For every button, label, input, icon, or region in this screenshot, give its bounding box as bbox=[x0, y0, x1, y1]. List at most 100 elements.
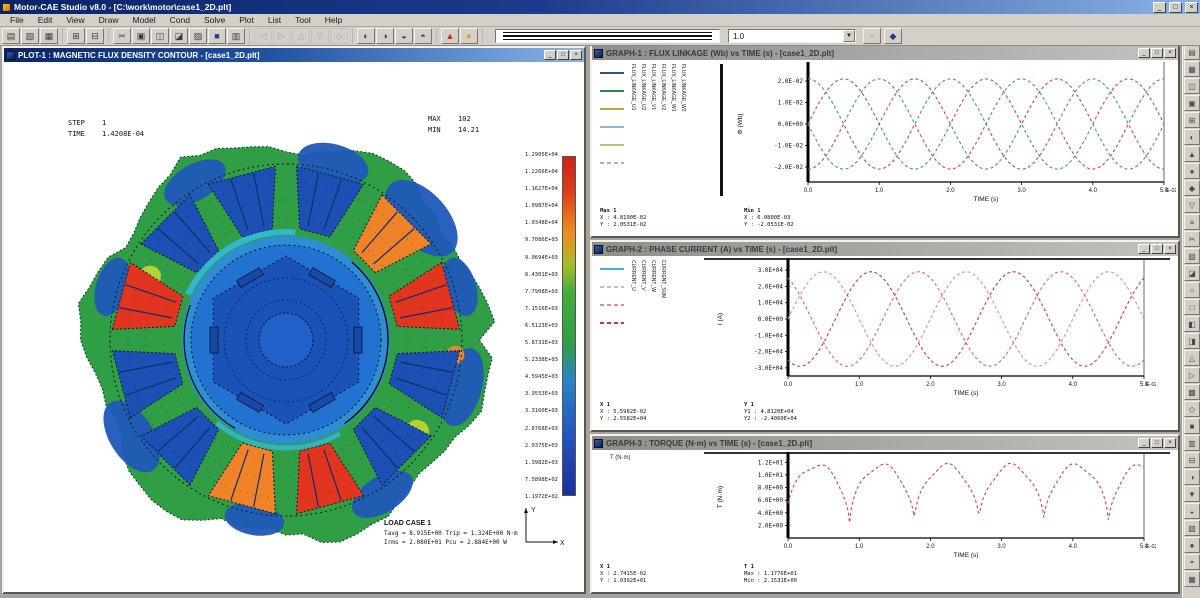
toolbar-button-2-1[interactable]: ▣ bbox=[132, 28, 150, 44]
side-toolbar-button-7[interactable]: ● bbox=[1184, 163, 1200, 179]
app-restore-button[interactable]: □ bbox=[1169, 2, 1182, 13]
menu-cond[interactable]: Cond bbox=[163, 15, 197, 25]
menu-plot[interactable]: Plot bbox=[232, 15, 261, 25]
app-minimize-button[interactable]: _ bbox=[1153, 2, 1166, 13]
minimize-button[interactable]: _ bbox=[544, 50, 556, 60]
side-toolbar-button-29[interactable]: ● bbox=[1184, 537, 1200, 553]
side-toolbar-button-17[interactable]: ◨ bbox=[1184, 333, 1200, 349]
minimize-button[interactable]: _ bbox=[1138, 48, 1150, 58]
toolbar-button-4-2[interactable]: ◒ bbox=[395, 28, 413, 44]
close-button[interactable]: × bbox=[570, 50, 582, 60]
toolbar-button-2-6[interactable]: ▥ bbox=[227, 28, 245, 44]
side-toolbar-button-11[interactable]: ✂ bbox=[1184, 231, 1200, 247]
side-toolbar-button-8[interactable]: ◆ bbox=[1184, 180, 1200, 196]
line-style-preview[interactable] bbox=[495, 29, 720, 43]
side-toolbar-button-26[interactable]: ▼ bbox=[1184, 486, 1200, 502]
close-button[interactable]: × bbox=[1164, 48, 1176, 58]
side-toolbar-button-12[interactable]: ▨ bbox=[1184, 248, 1200, 264]
toolbar-button-2-3[interactable]: ◪ bbox=[170, 28, 188, 44]
chart-svg[interactable]: 3.0E+042.0E+041.0E+040.0E+00-1.0E+04-2.0… bbox=[710, 256, 1156, 400]
side-toolbar-button-19[interactable]: ▷ bbox=[1184, 367, 1200, 383]
menu-draw[interactable]: Draw bbox=[92, 15, 126, 25]
contour-window-titlebar[interactable]: PLOT-1 : MAGNETIC FLUX DENSITY CONTOUR -… bbox=[4, 48, 584, 62]
toolbar-button-2-2[interactable]: ◫ bbox=[151, 28, 169, 44]
side-toolbar-button-5[interactable]: ◐ bbox=[1184, 129, 1200, 145]
minimize-button[interactable]: _ bbox=[1138, 438, 1150, 448]
side-toolbar-button-15[interactable]: □ bbox=[1184, 299, 1200, 315]
colorbar-tick-label: 3.3160E+03 bbox=[494, 408, 558, 414]
motor-contour-plot[interactable] bbox=[60, 114, 512, 566]
side-toolbar-button-18[interactable]: △ bbox=[1184, 350, 1200, 366]
minimize-button[interactable]: _ bbox=[1138, 244, 1150, 254]
graph-window-titlebar[interactable]: GRAPH-2 : PHASE CURRENT (A) vs TIME (s) … bbox=[592, 242, 1178, 256]
toolbar-button-4-1[interactable]: ◑ bbox=[376, 28, 394, 44]
app-title-bar[interactable]: Motor-CAE Studio v8.0 - [C:\work\motor\c… bbox=[0, 0, 1200, 14]
side-toolbar-button-31[interactable]: ▦ bbox=[1184, 571, 1200, 587]
side-toolbar-button-13[interactable]: ◪ bbox=[1184, 265, 1200, 281]
side-toolbar-button-20[interactable]: ▩ bbox=[1184, 384, 1200, 400]
toolbar-button-2-4[interactable]: ▨ bbox=[189, 28, 207, 44]
side-toolbar-button-30[interactable]: ◓ bbox=[1184, 554, 1200, 570]
side-toolbar-button-4[interactable]: ⊞ bbox=[1184, 112, 1200, 128]
side-toolbar-button-6[interactable]: ▲ bbox=[1184, 146, 1200, 162]
toolbar-button-0-2[interactable]: ▦ bbox=[40, 28, 58, 44]
close-button[interactable]: × bbox=[1164, 438, 1176, 448]
close-button[interactable]: × bbox=[1164, 244, 1176, 254]
side-toolbar-button-16[interactable]: ◧ bbox=[1184, 316, 1200, 332]
y-tick-label: -1.0E+04 bbox=[754, 332, 783, 339]
toolbar-group-1: ⊞⊟ bbox=[67, 28, 109, 44]
window-controls: _□× bbox=[1138, 244, 1176, 254]
side-toolbar-button-3[interactable]: ▣ bbox=[1184, 95, 1200, 111]
toolbar-button-2-5[interactable]: ■ bbox=[208, 28, 226, 44]
toolbar-button-0-0[interactable]: ▤ bbox=[2, 28, 20, 44]
x-tick-label: 2.0 bbox=[926, 544, 935, 550]
side-toolbar-button-23[interactable]: ▥ bbox=[1184, 435, 1200, 451]
y-tick-label: 2.0E-02 bbox=[778, 78, 804, 85]
menu-view[interactable]: View bbox=[59, 15, 91, 25]
menu-edit[interactable]: Edit bbox=[31, 15, 60, 25]
side-toolbar-button-0[interactable]: ▤ bbox=[1184, 44, 1200, 60]
graph-window-titlebar[interactable]: GRAPH-3 : TORQUE (N·m) vs TIME (s) - [ca… bbox=[592, 436, 1178, 450]
side-toolbar-button-10[interactable]: ≡ bbox=[1184, 214, 1200, 230]
chevron-down-icon[interactable]: ▼ bbox=[843, 30, 855, 42]
toolbar-button-4-0[interactable]: ◐ bbox=[357, 28, 375, 44]
toolbar-button-5-1[interactable]: ● bbox=[460, 28, 478, 44]
chart-svg[interactable]: 1.2E+011.0E+018.0E+006.0E+004.0E+002.0E+… bbox=[710, 450, 1156, 562]
motor-contour-svg[interactable] bbox=[60, 114, 512, 566]
toolbar-button-2-0[interactable]: ✂ bbox=[113, 28, 131, 44]
y-tick-label: 2.0E+04 bbox=[758, 283, 784, 290]
side-toolbar-button-22[interactable]: ■ bbox=[1184, 418, 1200, 434]
menu-list[interactable]: List bbox=[261, 15, 288, 25]
menu-file[interactable]: File bbox=[3, 15, 31, 25]
menu-solve[interactable]: Solve bbox=[197, 15, 232, 25]
toolbar-extra-button-1[interactable]: ◆ bbox=[884, 28, 902, 44]
side-toolbar-button-27[interactable]: ◒ bbox=[1184, 503, 1200, 519]
restore-button[interactable]: □ bbox=[557, 50, 569, 60]
legend-label: FLUX_LINKAGE_V2 bbox=[660, 64, 666, 192]
chart-svg[interactable]: 2.0E-021.0E-020.0E+00-1.0E-02-2.0E-020.0… bbox=[730, 60, 1176, 206]
menu-help[interactable]: Help bbox=[318, 15, 349, 25]
zoom-combo[interactable]: 1.0▼ bbox=[728, 29, 856, 43]
side-toolbar-button-28[interactable]: ▧ bbox=[1184, 520, 1200, 536]
side-toolbar-button-25[interactable]: ◑ bbox=[1184, 469, 1200, 485]
menu-tool[interactable]: Tool bbox=[288, 15, 318, 25]
side-toolbar-button-24[interactable]: ⊟ bbox=[1184, 452, 1200, 468]
restore-button[interactable]: □ bbox=[1151, 438, 1163, 448]
toolbar-button-4-3[interactable]: ◓ bbox=[414, 28, 432, 44]
side-toolbar-button-21[interactable]: ◇ bbox=[1184, 401, 1200, 417]
side-toolbar-button-14[interactable]: ○ bbox=[1184, 282, 1200, 298]
toolbar-button-0-1[interactable]: ▧ bbox=[21, 28, 39, 44]
toolbar-button-1-0[interactable]: ⊞ bbox=[67, 28, 85, 44]
y-tick-label: -1.0E-02 bbox=[774, 143, 803, 150]
menu-model[interactable]: Model bbox=[125, 15, 162, 25]
side-toolbar-button-9[interactable]: ▽ bbox=[1184, 197, 1200, 213]
restore-button[interactable]: □ bbox=[1151, 244, 1163, 254]
toolbar-extra-button-0[interactable]: · bbox=[863, 28, 881, 44]
side-toolbar-button-2[interactable]: ◫ bbox=[1184, 78, 1200, 94]
side-toolbar-button-1[interactable]: ▦ bbox=[1184, 61, 1200, 77]
toolbar-button-5-0[interactable]: ▲ bbox=[441, 28, 459, 44]
graph-window-titlebar[interactable]: GRAPH-1 : FLUX LINKAGE (Wb) vs TIME (s) … bbox=[592, 46, 1178, 60]
restore-button[interactable]: □ bbox=[1151, 48, 1163, 58]
toolbar-button-1-1[interactable]: ⊟ bbox=[86, 28, 104, 44]
app-close-button[interactable]: × bbox=[1185, 2, 1198, 13]
